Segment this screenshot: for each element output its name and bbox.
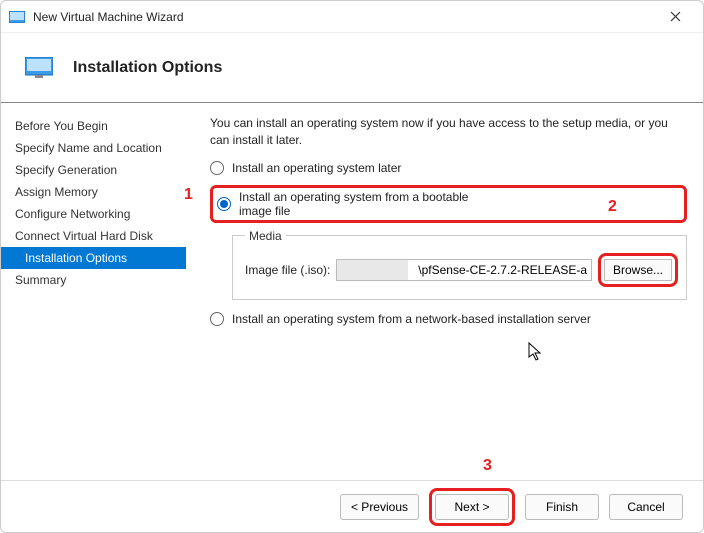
- media-legend: Media: [245, 229, 286, 243]
- radio-icon: [210, 161, 224, 175]
- radio-label: Install an operating system from a netwo…: [232, 312, 591, 326]
- step-connect-vhd[interactable]: Connect Virtual Hard Disk: [1, 225, 186, 247]
- page-title: Installation Options: [73, 59, 222, 77]
- close-button[interactable]: [655, 3, 695, 31]
- radio-icon: [210, 312, 224, 326]
- iso-path-input[interactable]: [336, 259, 592, 281]
- radio-label: Install an operating system later: [232, 161, 401, 175]
- step-specify-generation[interactable]: Specify Generation: [1, 159, 186, 181]
- highlight-2: Browse...: [598, 253, 678, 287]
- browse-button[interactable]: Browse...: [604, 259, 672, 281]
- radio-label: Install an operating system from a boota…: [239, 190, 474, 218]
- next-button[interactable]: Next >: [435, 494, 509, 520]
- annotation-3: 3: [483, 457, 492, 475]
- wizard-window: New Virtual Machine Wizard Installation …: [0, 0, 704, 533]
- wizard-body: Before You Begin Specify Name and Locati…: [1, 103, 703, 480]
- cancel-button[interactable]: Cancel: [609, 494, 683, 520]
- monitor-icon: [25, 57, 53, 79]
- step-specify-name[interactable]: Specify Name and Location: [1, 137, 186, 159]
- step-assign-memory[interactable]: Assign Memory: [1, 181, 186, 203]
- intro-text: You can install an operating system now …: [210, 115, 687, 149]
- annotation-2: 2: [608, 198, 617, 216]
- finish-button[interactable]: Finish: [525, 494, 599, 520]
- window-title: New Virtual Machine Wizard: [33, 10, 184, 24]
- image-file-label: Image file (.iso):: [245, 263, 330, 277]
- step-before-you-begin[interactable]: Before You Begin: [1, 115, 186, 137]
- previous-button[interactable]: < Previous: [340, 494, 419, 520]
- step-configure-networking[interactable]: Configure Networking: [1, 203, 186, 225]
- step-installation-options[interactable]: Installation Options: [1, 247, 186, 269]
- wizard-steps-sidebar: Before You Begin Specify Name and Locati…: [1, 103, 186, 480]
- titlebar: New Virtual Machine Wizard: [1, 1, 703, 33]
- wizard-header: Installation Options: [1, 33, 703, 103]
- media-fieldset: Media Image file (.iso): Browse...: [232, 229, 687, 300]
- radio-icon-checked: [217, 197, 231, 211]
- wizard-footer: < Previous Next > Finish Cancel 3: [1, 480, 703, 532]
- radio-install-bootable[interactable]: Install an operating system from a boota…: [217, 190, 474, 218]
- radio-install-network[interactable]: Install an operating system from a netwo…: [210, 312, 687, 326]
- annotation-1: 1: [184, 186, 193, 204]
- step-summary[interactable]: Summary: [1, 269, 186, 291]
- media-row: Image file (.iso): Browse...: [245, 253, 678, 287]
- radio-install-later[interactable]: Install an operating system later: [210, 161, 687, 175]
- main-panel: You can install an operating system now …: [186, 103, 703, 480]
- highlight-3: Next >: [429, 488, 515, 526]
- app-icon: [9, 11, 25, 23]
